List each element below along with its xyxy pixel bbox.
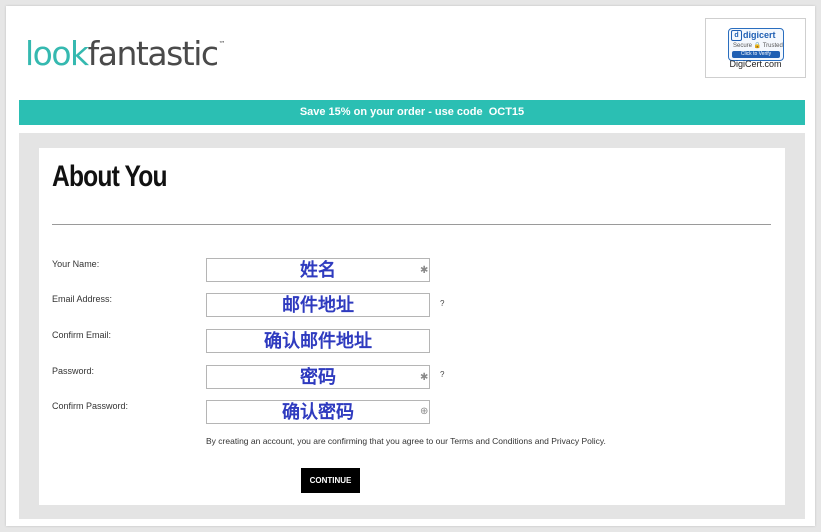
logo-look-text: look (25, 34, 89, 73)
required-asterisk-icon: ✱ (420, 265, 429, 276)
page-frame: lookfantastic™ d digicert Secure 🔒 Truste… (6, 6, 815, 526)
name-label: Your Name: (52, 259, 100, 269)
digicert-verify-button[interactable]: Click to Verify (732, 51, 780, 58)
logo-fantastic-text: fantastic (87, 34, 219, 73)
digicert-brand: d digicert (731, 30, 776, 41)
continue-button[interactable]: CONTINUE (301, 468, 360, 493)
name-input[interactable]: 姓名 (206, 258, 430, 282)
confirm-email-input[interactable]: 确认邮件地址 (206, 329, 430, 353)
password-help-icon[interactable]: ? (440, 370, 444, 379)
logo-trademark: ™ (218, 40, 226, 48)
confirm-password-input[interactable]: 确认密码 (206, 400, 430, 424)
password-label: Password: (52, 366, 95, 376)
form-panel: About You Your Name: 姓名 ✱ Email Address:… (19, 133, 805, 519)
confirm-password-label: Confirm Password: (52, 401, 129, 411)
lookfantastic-logo[interactable]: lookfantastic™ (25, 34, 226, 83)
email-input[interactable]: 邮件地址 (206, 293, 430, 317)
digicert-seal-badge[interactable]: d digicert Secure 🔒 Trusted Click to Veri… (705, 18, 806, 78)
password-reveal-icon[interactable]: ⊕ (420, 406, 428, 417)
title-divider (52, 224, 771, 225)
digicert-logo-icon: d (731, 30, 742, 41)
email-label: Email Address: (52, 294, 113, 304)
required-asterisk-icon: ✱ (420, 372, 429, 383)
digicert-seal-text: Secure 🔒 Trusted (733, 43, 783, 49)
about-you-card: About You Your Name: 姓名 ✱ Email Address:… (39, 148, 785, 505)
page-title: About You (52, 160, 168, 193)
digicert-seal[interactable]: d digicert Secure 🔒 Trusted Click to Veri… (728, 28, 784, 61)
promo-banner[interactable]: Save 15% on your order - use code OCT15 (19, 100, 805, 125)
digicert-site-link[interactable]: DigiCert.com (706, 59, 805, 69)
terms-notice: By creating an account, you are confirmi… (206, 436, 606, 446)
password-input[interactable]: 密码 (206, 365, 430, 389)
confirm-email-label: Confirm Email: (52, 330, 112, 340)
digicert-brand-text: digicert (743, 30, 776, 40)
email-help-icon[interactable]: ? (440, 299, 444, 308)
